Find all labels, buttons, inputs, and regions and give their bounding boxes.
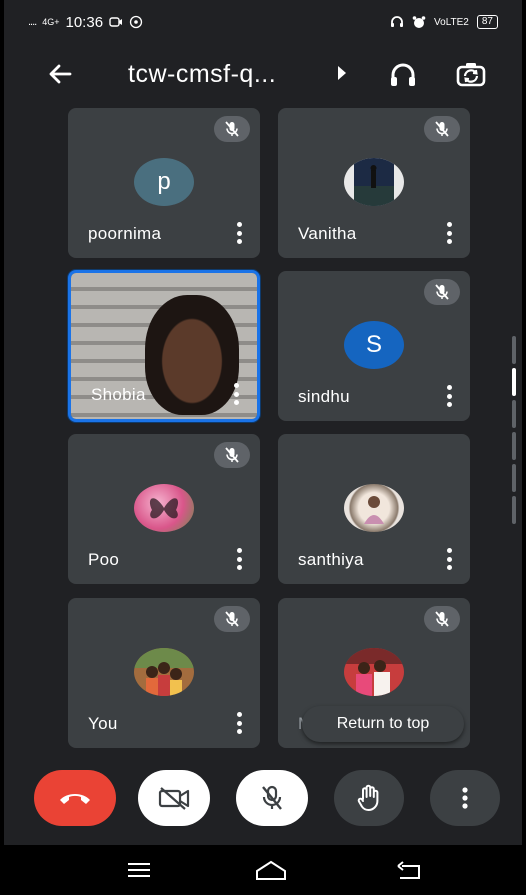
more-vert-icon xyxy=(462,787,468,809)
camera-toggle-button[interactable] xyxy=(138,770,210,826)
signal-indicator: .... xyxy=(28,16,37,28)
mic-muted-badge xyxy=(214,116,250,142)
mic-off-icon xyxy=(435,121,449,137)
scroll-indicator[interactable] xyxy=(512,336,516,524)
avatar xyxy=(134,484,194,532)
mic-off-icon xyxy=(225,611,239,627)
mic-off-icon xyxy=(225,447,239,463)
more-vert-icon[interactable] xyxy=(229,383,243,405)
more-vert-icon[interactable] xyxy=(442,385,456,407)
mic-muted-badge xyxy=(214,606,250,632)
volte-indicator: VoLTE2 xyxy=(434,16,469,28)
participant-name: You xyxy=(88,714,118,733)
avatar: p xyxy=(134,158,194,206)
participant-name: Vanitha xyxy=(298,224,357,243)
end-call-icon xyxy=(60,794,90,804)
participant-name: sindhu xyxy=(298,387,350,406)
profile-photo xyxy=(134,648,194,696)
clock: 10:36 xyxy=(65,13,104,31)
participant-tile[interactable]: Poo xyxy=(68,434,260,584)
participant-name: Shobia xyxy=(91,385,146,404)
participant-tile-video[interactable]: Shobia xyxy=(68,270,260,422)
profile-photo xyxy=(354,158,394,206)
camera-off-icon xyxy=(158,787,190,810)
participant-name: santhiya xyxy=(298,550,364,569)
avatar xyxy=(344,648,404,696)
participant-name: poornima xyxy=(88,224,162,243)
status-bar: .... 4G+ 10:36 VoLTE2 87 xyxy=(4,0,522,44)
caret-right-icon[interactable] xyxy=(338,66,346,80)
avatar xyxy=(134,648,194,696)
more-options-button[interactable] xyxy=(430,770,500,826)
call-controls xyxy=(4,758,522,838)
meeting-header: tcw-cmsf-q... xyxy=(4,48,522,100)
system-navigation-bar xyxy=(4,845,522,895)
menu-icon[interactable] xyxy=(124,859,154,881)
mic-off-icon xyxy=(262,785,282,810)
switch-camera-icon[interactable] xyxy=(454,58,488,92)
participant-tile[interactable]: You xyxy=(68,598,260,748)
mic-muted-badge xyxy=(214,442,250,468)
network-type: 4G+ xyxy=(42,17,60,27)
raise-hand-button[interactable] xyxy=(334,770,404,826)
profile-photo xyxy=(344,648,404,696)
participant-tile[interactable]: santhiya xyxy=(278,434,470,584)
headset-status-icon xyxy=(391,16,404,27)
avatar-letter: S xyxy=(365,331,382,358)
profile-photo xyxy=(149,498,179,519)
more-vert-icon[interactable] xyxy=(232,712,246,734)
avatar xyxy=(344,484,404,532)
more-vert-icon[interactable] xyxy=(442,548,456,570)
mic-off-icon xyxy=(225,121,239,137)
participant-tile[interactable]: S sindhu xyxy=(278,271,470,421)
mic-off-icon xyxy=(435,284,449,300)
avatar: S xyxy=(344,321,404,369)
camera-status-icon xyxy=(109,17,123,27)
participant-name: Poo xyxy=(88,550,120,569)
participant-tile[interactable]: p poornima xyxy=(68,108,260,258)
avatar xyxy=(344,158,404,206)
mic-toggle-button[interactable] xyxy=(236,770,308,826)
arrow-left-icon[interactable] xyxy=(44,58,76,90)
home-icon[interactable] xyxy=(254,859,288,881)
mic-muted-badge xyxy=(424,606,460,632)
phone-screen: .... 4G+ 10:36 VoLTE2 87 tcw-cmsf-q... p… xyxy=(4,0,522,895)
more-vert-icon[interactable] xyxy=(232,222,246,244)
headphones-icon[interactable] xyxy=(388,60,418,90)
mic-muted-badge xyxy=(424,279,460,305)
avatar-letter: p xyxy=(157,168,171,195)
whatsapp-icon xyxy=(129,15,143,29)
return-to-top-button[interactable]: Return to top xyxy=(302,706,464,742)
more-vert-icon[interactable] xyxy=(442,222,456,244)
more-vert-icon[interactable] xyxy=(232,548,246,570)
participant-tile[interactable]: Vanitha xyxy=(278,108,470,258)
battery-indicator: 87 xyxy=(476,15,498,29)
mic-muted-badge xyxy=(424,116,460,142)
alarm-icon xyxy=(412,16,426,28)
back-icon[interactable] xyxy=(394,859,424,881)
profile-photo xyxy=(364,496,384,524)
raise-hand-icon xyxy=(357,784,379,811)
meeting-title[interactable]: tcw-cmsf-q... xyxy=(128,60,276,89)
mic-off-icon xyxy=(435,611,449,627)
end-call-button[interactable] xyxy=(34,770,116,826)
